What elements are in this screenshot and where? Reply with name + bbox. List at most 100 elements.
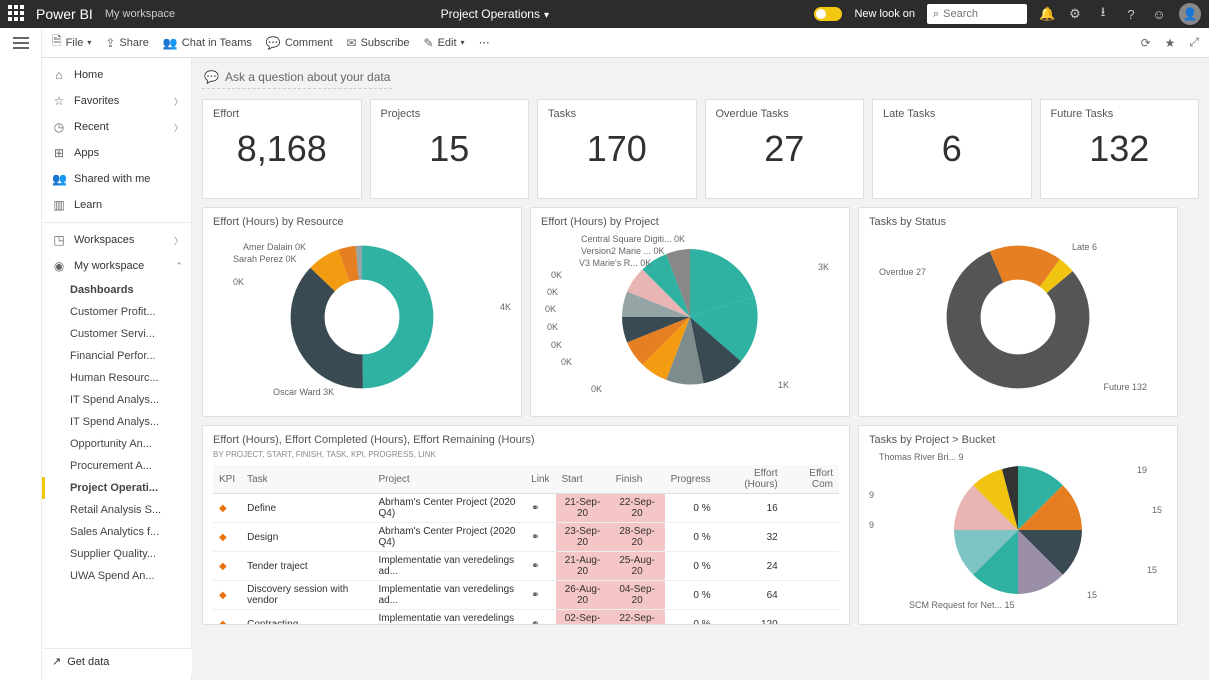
edit-button[interactable]: ✎Edit▾ <box>424 36 465 50</box>
more-button[interactable]: ⋯ <box>479 36 490 49</box>
table-header[interactable]: Effort Com <box>784 465 839 494</box>
nav-workspaces[interactable]: ◳Workspaces〉 <box>42 227 191 253</box>
page-title-dropdown[interactable]: Project Operations▾ <box>175 7 814 21</box>
chevron-right-icon: 〉 <box>174 95 183 108</box>
star-icon: ☆ <box>52 94 66 108</box>
kpi-label: Tasks <box>548 108 686 120</box>
get-data-button[interactable]: ↗Get data <box>42 648 192 674</box>
pencil-icon: ✎ <box>424 36 434 50</box>
kpi-value: 132 <box>1051 128 1189 170</box>
search-input[interactable]: ⌕ <box>927 4 1027 24</box>
download-icon[interactable]: ⭳ <box>1095 3 1111 25</box>
table-header[interactable]: Progress <box>665 465 717 494</box>
nav-recent[interactable]: ◷Recent〉 <box>42 114 191 140</box>
kpi-tile-projects[interactable]: Projects15 <box>370 99 530 199</box>
kpi-label: Late Tasks <box>883 108 1021 120</box>
pie-chart <box>933 450 1103 610</box>
tasks-by-status-tile[interactable]: Tasks by Status Late 6 Overdue 27 Future… <box>858 207 1178 417</box>
nav-learn[interactable]: ▥Learn <box>42 192 191 218</box>
donut-chart <box>272 232 452 402</box>
refresh-icon[interactable]: ⟳ <box>1141 36 1151 50</box>
kpi-diamond-icon: ◆ <box>219 590 227 601</box>
sidebar-report-4[interactable]: IT Spend Analys... <box>42 389 191 411</box>
new-look-toggle[interactable] <box>814 7 842 21</box>
table-header[interactable]: Effort (Hours) <box>717 465 784 494</box>
table-row[interactable]: ◆Discovery session with vendorImplementa… <box>213 581 839 610</box>
subscribe-button[interactable]: ✉Subscribe <box>347 36 410 50</box>
qa-input[interactable]: 💬Ask a question about your data <box>202 66 392 89</box>
effort-by-project-tile[interactable]: Effort (Hours) by Project <box>530 207 850 417</box>
fullscreen-icon[interactable]: ⤢ <box>1189 35 1199 50</box>
comment-icon: 💬 <box>266 36 281 50</box>
learn-icon: ▥ <box>52 198 66 212</box>
app-launcher-icon[interactable] <box>8 5 26 23</box>
sidebar-report-9[interactable]: Retail Analysis S... <box>42 499 191 521</box>
nav-home[interactable]: ⌂Home <box>42 62 191 88</box>
getdata-icon: ↗ <box>52 655 61 668</box>
settings-icon[interactable]: ⚙ <box>1067 6 1083 22</box>
brand-label: Power BI <box>36 6 93 22</box>
sidebar-report-11[interactable]: Supplier Quality... <box>42 543 191 565</box>
sidebar-report-5[interactable]: IT Spend Analys... <box>42 411 191 433</box>
kpi-label: Future Tasks <box>1051 108 1189 120</box>
nav-shared[interactable]: 👥Shared with me <box>42 166 191 192</box>
table-header[interactable]: Start <box>556 465 610 494</box>
mail-icon: ✉ <box>347 36 357 50</box>
table-header[interactable]: Task <box>241 465 372 494</box>
table-row[interactable]: ◆Tender trajectImplementatie van veredel… <box>213 552 839 581</box>
user-avatar[interactable]: 👤 <box>1179 3 1201 25</box>
kpi-tile-effort[interactable]: Effort8,168 <box>202 99 362 199</box>
kpi-label: Projects <box>381 108 519 120</box>
chat-teams-button[interactable]: 👥Chat in Teams <box>163 36 252 50</box>
sidebar-report-3[interactable]: Human Resourc... <box>42 367 191 389</box>
chevron-up-icon: ⌃ <box>175 261 183 272</box>
nav-my-workspace[interactable]: ◉My workspace⌃ <box>42 253 191 279</box>
sidebar-report-7[interactable]: Procurement A... <box>42 455 191 477</box>
file-menu[interactable]: 🗎File▾ <box>52 32 91 53</box>
table-header[interactable]: Finish <box>610 465 665 494</box>
sidebar-report-0[interactable]: Customer Profit... <box>42 301 191 323</box>
help-icon[interactable]: ? <box>1123 7 1139 22</box>
table-header[interactable]: KPI <box>213 465 241 494</box>
chat-icon: 💬 <box>204 70 219 84</box>
nav-favorites[interactable]: ☆Favorites〉 <box>42 88 191 114</box>
nav-rail <box>0 28 42 680</box>
comment-button[interactable]: 💬Comment <box>266 36 333 50</box>
dashboard-canvas: 💬Ask a question about your data Effort8,… <box>192 58 1209 680</box>
table-row[interactable]: ◆DefineAbrham's Center Project (2020 Q4)… <box>213 494 839 523</box>
kpi-value: 8,168 <box>213 128 351 170</box>
sidebar-report-10[interactable]: Sales Analytics f... <box>42 521 191 543</box>
kpi-tile-tasks[interactable]: Tasks170 <box>537 99 697 199</box>
tile-title: Effort (Hours), Effort Completed (Hours)… <box>213 434 839 446</box>
tile-title: Tasks by Status <box>869 216 1167 228</box>
app-header: Power BI My workspace Project Operations… <box>0 0 1209 28</box>
kpi-tile-future-tasks[interactable]: Future Tasks 132 <box>1040 99 1200 199</box>
sidebar-report-2[interactable]: Financial Perfor... <box>42 345 191 367</box>
workspace-label[interactable]: My workspace <box>105 8 175 20</box>
kpi-value: 6 <box>883 128 1021 170</box>
kpi-tile-late-tasks[interactable]: Late Tasks 6 <box>872 99 1032 199</box>
menu-icon[interactable] <box>13 42 29 44</box>
kpi-label: Overdue Tasks <box>716 108 854 120</box>
share-button[interactable]: ⇪Share <box>105 36 148 50</box>
kpi-tile-overdue-tasks[interactable]: Overdue Tasks27 <box>705 99 865 199</box>
feedback-icon[interactable]: ☺ <box>1151 7 1167 22</box>
nav-dashboards-heading[interactable]: Dashboards <box>42 279 191 301</box>
table-row[interactable]: ◆DesignAbrham's Center Project (2020 Q4)… <box>213 523 839 552</box>
table-header[interactable]: Link <box>525 465 555 494</box>
effort-table-tile[interactable]: Effort (Hours), Effort Completed (Hours)… <box>202 425 850 625</box>
nav-apps[interactable]: ⊞Apps <box>42 140 191 166</box>
chevron-down-icon: ▾ <box>544 10 549 21</box>
notifications-icon[interactable]: 🔔 <box>1039 6 1055 22</box>
kpi-diamond-icon: ◆ <box>219 619 227 626</box>
sidebar-report-8[interactable]: Project Operati... <box>42 477 191 499</box>
favorite-icon[interactable]: ★ <box>1165 36 1176 50</box>
sidebar-report-12[interactable]: UWA Spend An... <box>42 565 191 587</box>
sidebar-report-1[interactable]: Customer Servi... <box>42 323 191 345</box>
table-header[interactable]: Project <box>373 465 526 494</box>
table-row[interactable]: ◆ContractingImplementatie van veredeling… <box>213 610 839 626</box>
tasks-by-bucket-tile[interactable]: Tasks by Project > Bucket <box>858 425 1178 625</box>
effort-by-resource-tile[interactable]: Effort (Hours) by Resource Amer Dalain 0… <box>202 207 522 417</box>
kpi-diamond-icon: ◆ <box>219 503 227 514</box>
sidebar-report-6[interactable]: Opportunity An... <box>42 433 191 455</box>
